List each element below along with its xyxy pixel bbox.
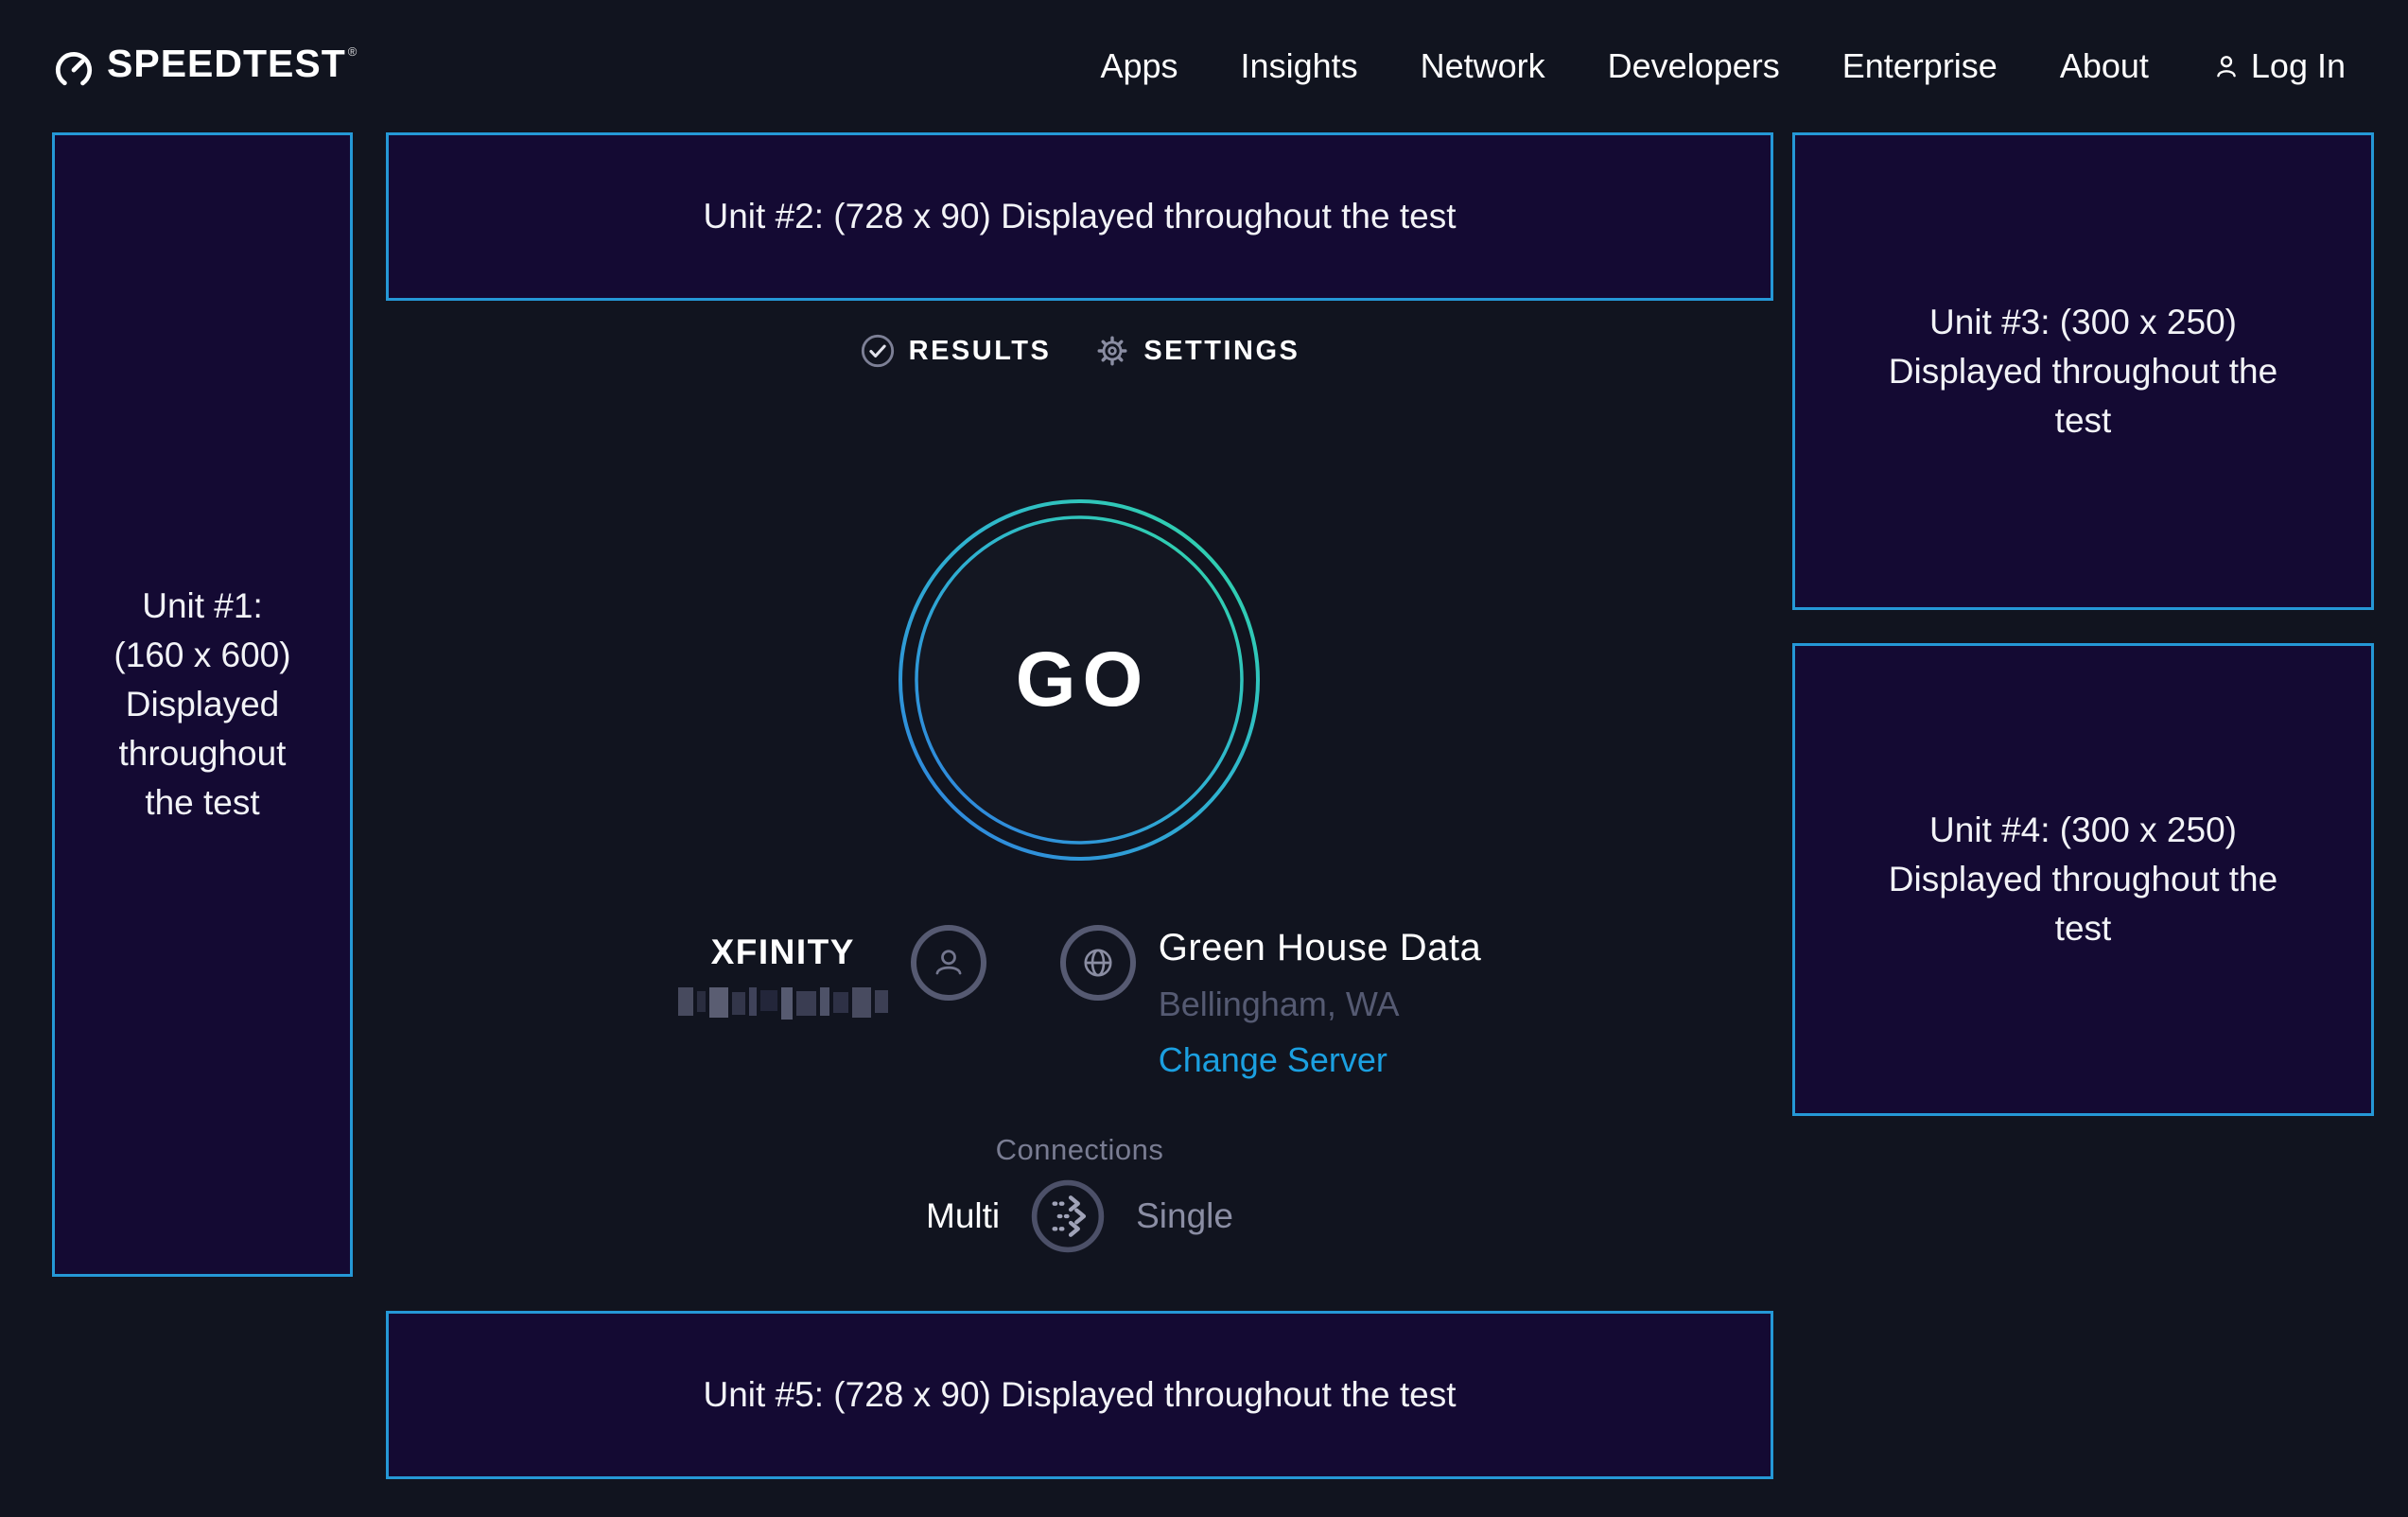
nav-item-insights[interactable]: Insights [1241, 46, 1358, 86]
check-circle-icon [860, 333, 896, 369]
multi-option[interactable]: Multi [926, 1196, 1000, 1236]
speedtest-logo[interactable]: SPEEDTEST ® [52, 43, 357, 90]
trademark-mark: ® [348, 44, 358, 59]
redacted-ip [678, 987, 888, 1021]
main-nav: Apps Insights Network Developers Enterpr… [1100, 46, 2346, 86]
connections-heading: Connections [386, 1133, 1773, 1167]
single-option[interactable]: Single [1136, 1196, 1233, 1236]
ad-unit-2[interactable]: Unit #2: (728 x 90) Displayed throughout… [386, 132, 1773, 301]
tab-results-label: RESULTS [909, 336, 1052, 367]
nav-item-enterprise[interactable]: Enterprise [1842, 46, 1998, 86]
person-icon [929, 943, 968, 983]
connections-toggle-button[interactable] [1030, 1178, 1106, 1254]
user-icon [2211, 51, 2242, 81]
ad-unit-3-label: Unit #3: (300 x 250) Displayed throughou… [1871, 298, 2296, 445]
top-nav-bar: SPEEDTEST ® Apps Insights Network Develo… [0, 0, 2408, 132]
ad-unit-5[interactable]: Unit #5: (728 x 90) Displayed throughout… [386, 1311, 1773, 1479]
speedometer-icon [52, 46, 96, 90]
server-name: Green House Data [1159, 927, 1482, 969]
go-button[interactable]: GO [898, 498, 1261, 862]
gear-icon [1094, 333, 1130, 369]
logo-text: SPEEDTEST [107, 43, 346, 84]
nav-item-about[interactable]: About [2060, 46, 2149, 86]
server-avatar [1060, 925, 1136, 1001]
isp-avatar [911, 925, 986, 1001]
globe-icon [1077, 942, 1119, 984]
tab-settings-label: SETTINGS [1143, 336, 1300, 367]
connections-toggle: Multi Single [386, 1178, 1773, 1254]
go-button-label: GO [898, 498, 1261, 862]
change-server-link[interactable]: Change Server [1159, 1040, 1387, 1080]
ad-unit-3[interactable]: Unit #3: (300 x 250) Displayed throughou… [1792, 132, 2374, 610]
connection-info-row: XFINITY Green House Data [386, 925, 1773, 1080]
nav-item-network[interactable]: Network [1421, 46, 1545, 86]
ad-unit-1-label: Unit #1: (160 x 600) Displayed throughou… [106, 582, 300, 828]
isp-name: XFINITY [711, 933, 855, 972]
tab-settings[interactable]: SETTINGS [1094, 333, 1300, 369]
speedtest-page: SPEEDTEST ® Apps Insights Network Develo… [0, 0, 2408, 1517]
tab-bar: RESULTS [386, 333, 1773, 369]
server-block: Green House Data Bellingham, WA Change S… [1159, 927, 1482, 1080]
ad-unit-4[interactable]: Unit #4: (300 x 250) Displayed throughou… [1792, 643, 2374, 1116]
nav-item-apps[interactable]: Apps [1100, 46, 1178, 86]
server-location: Bellingham, WA [1159, 985, 1400, 1024]
login-label: Log In [2251, 46, 2346, 86]
ad-unit-4-label: Unit #4: (300 x 250) Displayed throughou… [1871, 806, 2296, 953]
tab-results[interactable]: RESULTS [860, 333, 1052, 369]
ad-unit-1[interactable]: Unit #1: (160 x 600) Displayed throughou… [52, 132, 353, 1277]
nav-item-developers[interactable]: Developers [1608, 46, 1780, 86]
isp-block: XFINITY [678, 933, 888, 1021]
multi-connections-icon [1030, 1178, 1106, 1254]
ad-unit-5-label: Unit #5: (728 x 90) Displayed throughout… [704, 1370, 1457, 1420]
login-link[interactable]: Log In [2211, 46, 2346, 86]
ad-unit-2-label: Unit #2: (728 x 90) Displayed throughout… [704, 192, 1457, 241]
